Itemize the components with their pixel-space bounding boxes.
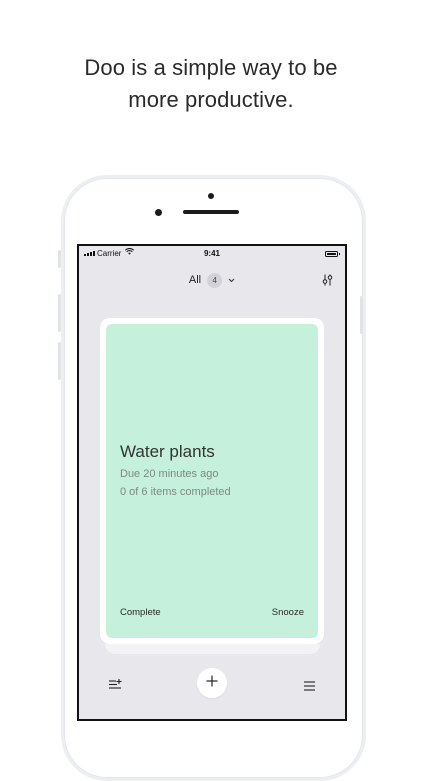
task-card-frame: Water plants Due 20 minutes ago 0 of 6 i… bbox=[100, 318, 324, 644]
sort-icon bbox=[109, 677, 122, 694]
status-time: 9:41 bbox=[203, 249, 220, 258]
add-task-button[interactable] bbox=[197, 668, 227, 698]
filter-count-badge: 4 bbox=[207, 272, 223, 288]
battery-icon bbox=[325, 251, 340, 257]
complete-button[interactable]: Complete bbox=[120, 607, 161, 618]
phone-side-button-silent bbox=[58, 250, 61, 268]
task-due-label: Due 20 minutes ago bbox=[120, 468, 219, 480]
phone-screen: Carrier 9:41 All 4 Water plants Due 20 m… bbox=[77, 244, 347, 721]
card-stack-edge bbox=[105, 644, 320, 654]
sort-button[interactable] bbox=[109, 677, 122, 695]
menu-icon bbox=[304, 678, 315, 695]
filter-settings-button[interactable] bbox=[322, 273, 333, 291]
phone-side-button-volume-down bbox=[58, 342, 61, 380]
task-card[interactable]: Water plants Due 20 minutes ago 0 of 6 i… bbox=[106, 324, 318, 638]
filter-selector[interactable]: All 4 bbox=[79, 270, 345, 290]
headline-line-2: more productive. bbox=[128, 87, 294, 112]
snooze-button[interactable]: Snooze bbox=[272, 607, 304, 618]
front-camera bbox=[208, 193, 214, 199]
plus-icon bbox=[206, 674, 218, 692]
phone-side-button-volume-up bbox=[58, 294, 61, 332]
filter-label: All bbox=[188, 274, 202, 286]
chevron-down-icon bbox=[228, 278, 235, 283]
task-title: Water plants bbox=[120, 442, 215, 461]
status-bar: Carrier 9:41 bbox=[79, 246, 345, 262]
headline: Doo is a simple way to be more productiv… bbox=[0, 52, 422, 116]
proximity-sensor bbox=[155, 209, 162, 216]
earpiece-speaker bbox=[183, 210, 239, 214]
headline-line-1: Doo is a simple way to be bbox=[84, 55, 338, 80]
menu-button[interactable] bbox=[304, 678, 315, 696]
task-progress-label: 0 of 6 items completed bbox=[120, 486, 231, 498]
phone-side-button-power bbox=[360, 296, 363, 334]
sliders-icon bbox=[322, 273, 333, 290]
